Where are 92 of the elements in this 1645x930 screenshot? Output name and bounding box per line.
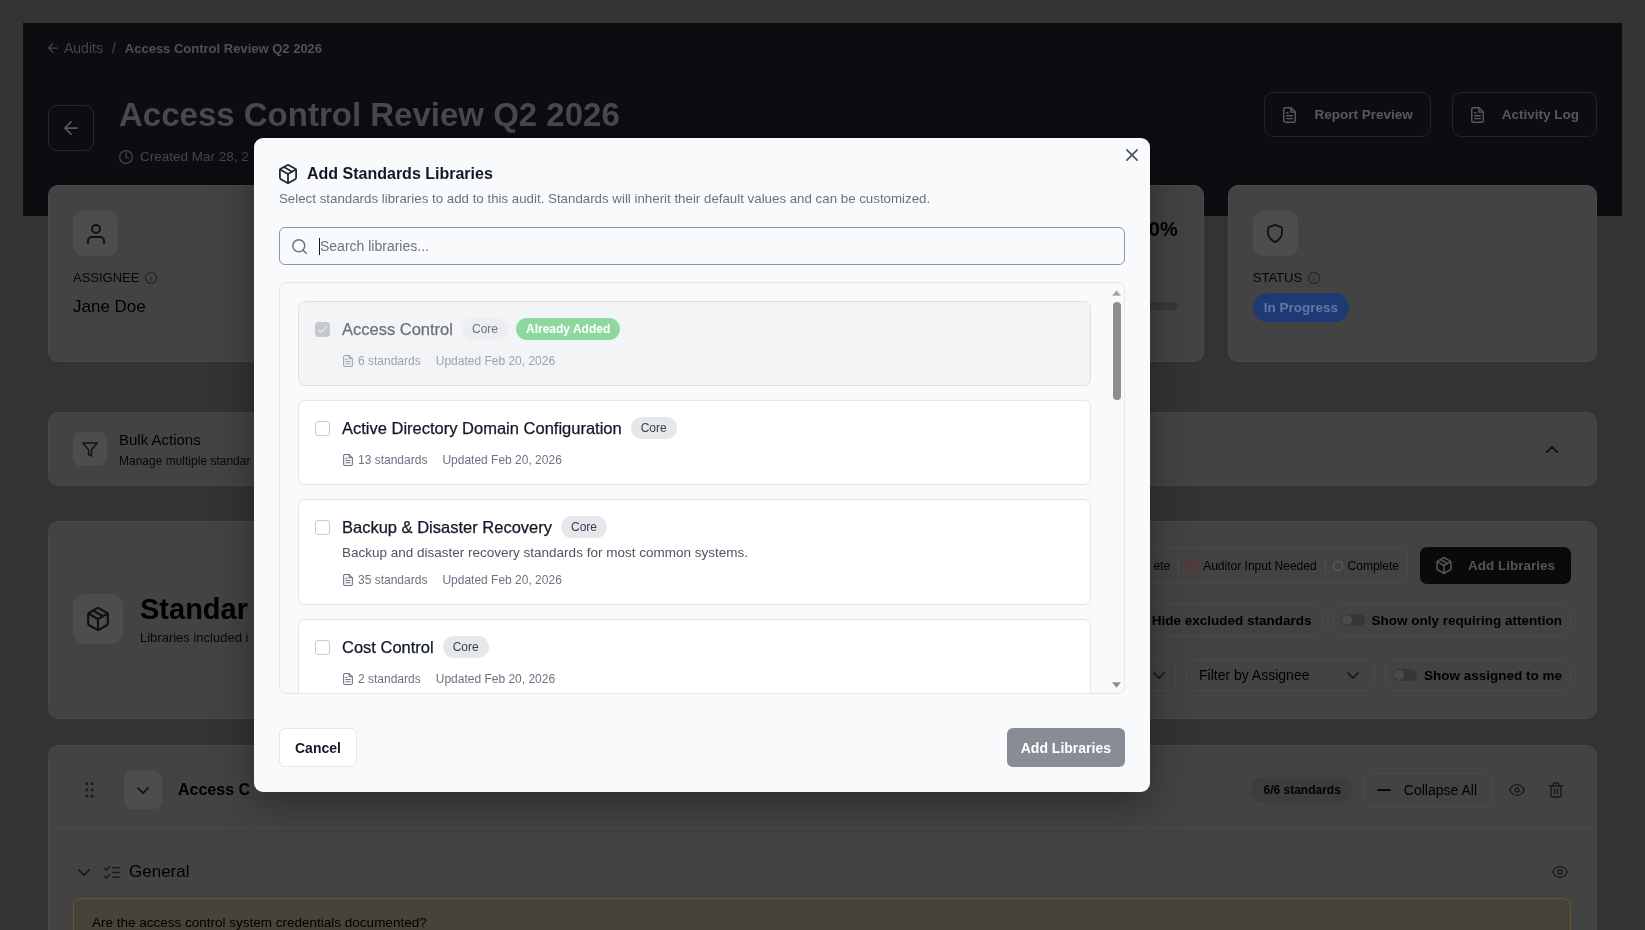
breadcrumb-current: Access Control Review Q2 2026 — [124, 40, 323, 56]
chevron-down-icon[interactable] — [78, 868, 90, 876]
library-name: Cost Control — [342, 637, 434, 657]
package-icon — [279, 164, 297, 184]
updated-date: Updated Feb 20, 2026 — [442, 573, 562, 587]
library-item[interactable]: Active Directory Domain Configuration Core 13 standards Updated Feb 20, 2026 — [298, 400, 1091, 485]
clock-icon — [119, 150, 133, 164]
document-icon — [343, 454, 353, 466]
question-text: Are the access control system credentials documented? — [92, 915, 427, 930]
dialog-description: Select standards libraries to add to this audit. Standards will inherit their default values and can be customized. — [279, 191, 932, 207]
panel-title: Bulk Actions — [119, 429, 201, 450]
dialog-title: Add Standards Libraries — [307, 165, 493, 183]
collapse-toggle-button[interactable] — [124, 771, 162, 809]
chevron-down-icon — [1346, 671, 1359, 679]
panel-subtitle: Manage multiple standar — [119, 452, 251, 469]
legend-label: Complete — [1347, 558, 1399, 573]
updated-date: Updated Feb 20, 2026 — [442, 453, 562, 467]
status-pill: In Progress — [1252, 293, 1350, 322]
trash-icon[interactable] — [1549, 782, 1563, 798]
standards-count: 6 standards — [358, 354, 421, 368]
standards-count: 2 standards — [358, 672, 421, 686]
library-item[interactable]: Backup & Disaster Recovery Core Backup and disaster recovery standards for most common systems. 35 standards Updated Feb 20, 2026 — [298, 499, 1091, 605]
dropdown[interactable]: Filter by Assignee — [1185, 659, 1375, 691]
document-icon — [1283, 106, 1297, 123]
category-tag: Core — [461, 318, 508, 340]
eye-icon[interactable] — [1509, 784, 1525, 796]
library-name: Access Control — [342, 319, 453, 339]
text-cursor — [319, 237, 320, 255]
category-tag: Core — [561, 516, 607, 538]
action-button[interactable]: Activity Log — [1451, 92, 1597, 137]
standards-count: 6/6 standards — [1251, 777, 1353, 803]
field-label: ASSIGNEE — [73, 270, 140, 286]
filter-icon — [73, 432, 107, 466]
action-button[interactable]: Report Preview — [1264, 92, 1431, 137]
user-icon — [73, 211, 118, 256]
library-name: Active Directory Domain Configuration — [342, 418, 622, 438]
chevron-down-icon — [137, 786, 149, 794]
checklist-icon — [104, 865, 120, 879]
eye-icon[interactable] — [1552, 866, 1568, 878]
search-field[interactable]: Search libraries... — [279, 227, 1125, 265]
arrow-left-icon — [48, 43, 58, 53]
checkbox[interactable] — [315, 420, 330, 436]
toggle-option[interactable]: Show only requiring attention — [1332, 604, 1571, 636]
chevron-down-icon — [1152, 671, 1165, 679]
package-icon — [73, 594, 123, 644]
library-description: Backup and disaster recovery standards for most common systems. — [342, 544, 748, 562]
document-icon — [343, 574, 353, 586]
package-icon — [1435, 557, 1452, 574]
collapse-all-button[interactable]: Collapse All — [1363, 773, 1493, 807]
standards-count: 13 standards — [358, 453, 428, 467]
progress-track — [1147, 302, 1178, 310]
category-tag: Core — [630, 417, 677, 439]
search-icon — [292, 238, 307, 254]
toggle-option[interactable]: Show assigned to me — [1384, 659, 1571, 691]
field-label: STATUS — [1252, 270, 1303, 286]
checkbox[interactable] — [315, 639, 330, 655]
status-tag: Already Added — [516, 318, 621, 340]
legend-label: ete — [1153, 558, 1171, 573]
arrow-left-icon — [64, 121, 78, 135]
breadcrumb-link[interactable]: Audits — [48, 40, 103, 56]
category-tag: Core — [442, 636, 489, 658]
section-title: Access C — [178, 781, 251, 799]
assignee-name: Jane Doe — [73, 296, 146, 318]
group-title: General — [129, 862, 190, 882]
check-icon — [318, 325, 327, 333]
scroll-up-icon[interactable] — [1112, 290, 1121, 296]
progress-percent: 0% — [1148, 217, 1178, 242]
panel-title: Standar — [140, 591, 248, 626]
checkbox[interactable] — [315, 519, 330, 535]
document-icon — [343, 355, 353, 367]
close-icon[interactable] — [1126, 149, 1138, 161]
updated-date: Updated Feb 20, 2026 — [435, 354, 556, 368]
library-item[interactable]: Cost Control Core 2 standards Updated Feb 20, 2026 — [298, 619, 1091, 693]
cancel-button[interactable]: Cancel — [279, 728, 357, 767]
legend-label: Auditor Input Needed — [1203, 558, 1317, 573]
updated-date: Updated Feb 20, 2026 — [435, 672, 556, 686]
drag-handle-icon[interactable] — [85, 782, 94, 798]
info-icon[interactable] — [145, 272, 158, 284]
breadcrumb-separator: / — [111, 40, 116, 56]
add-libraries-button[interactable]: Add Libraries — [1419, 547, 1571, 584]
scroll-down-icon[interactable] — [1112, 682, 1121, 688]
chevron-up-icon[interactable] — [1546, 445, 1558, 453]
scrollbar-thumb[interactable] — [1112, 302, 1121, 400]
back-button[interactable] — [48, 105, 94, 151]
info-icon[interactable] — [1308, 272, 1321, 284]
shield-icon — [1252, 211, 1298, 256]
document-icon — [343, 673, 353, 685]
standards-count: 35 standards — [358, 573, 428, 587]
document-icon — [1470, 106, 1484, 123]
minus-icon — [1376, 789, 1391, 791]
library-name: Backup & Disaster Recovery — [342, 517, 552, 537]
page-title: Access Control Review Q2 2026 — [119, 96, 620, 134]
